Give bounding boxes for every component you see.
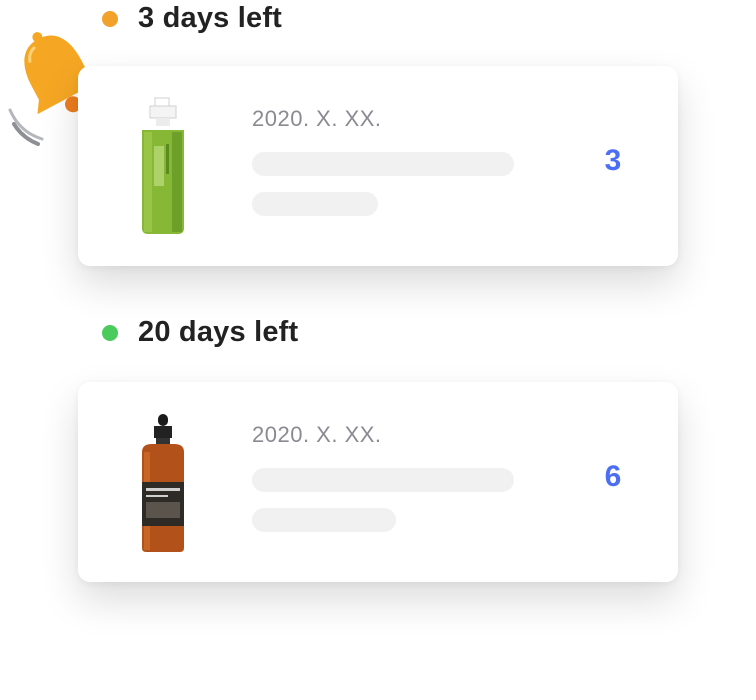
count-value: 6: [604, 460, 622, 493]
date-text: 2020. X. XX.: [252, 106, 382, 131]
product-card[interactable]: 2020. X. XX. 3: [78, 66, 678, 266]
status-dot-orange: [102, 10, 118, 27]
section-header-3-days: 3 days left: [102, 2, 282, 35]
placeholder-bar: [252, 152, 514, 176]
placeholder-bar: [252, 468, 514, 492]
count-value: 3: [604, 144, 622, 177]
placeholder-bar-short: [252, 508, 396, 532]
product-image: [142, 97, 184, 234]
section-title: 3 days left: [138, 2, 283, 34]
date-text: 2020. X. XX.: [252, 422, 382, 447]
section-header-20-days: 20 days left: [102, 316, 298, 349]
product-image: [142, 414, 184, 552]
product-card[interactable]: 2020. X. XX. 6: [78, 382, 678, 582]
status-dot-green: [102, 324, 118, 341]
section-title: 20 days left: [138, 316, 299, 348]
placeholder-bar-short: [252, 192, 378, 216]
